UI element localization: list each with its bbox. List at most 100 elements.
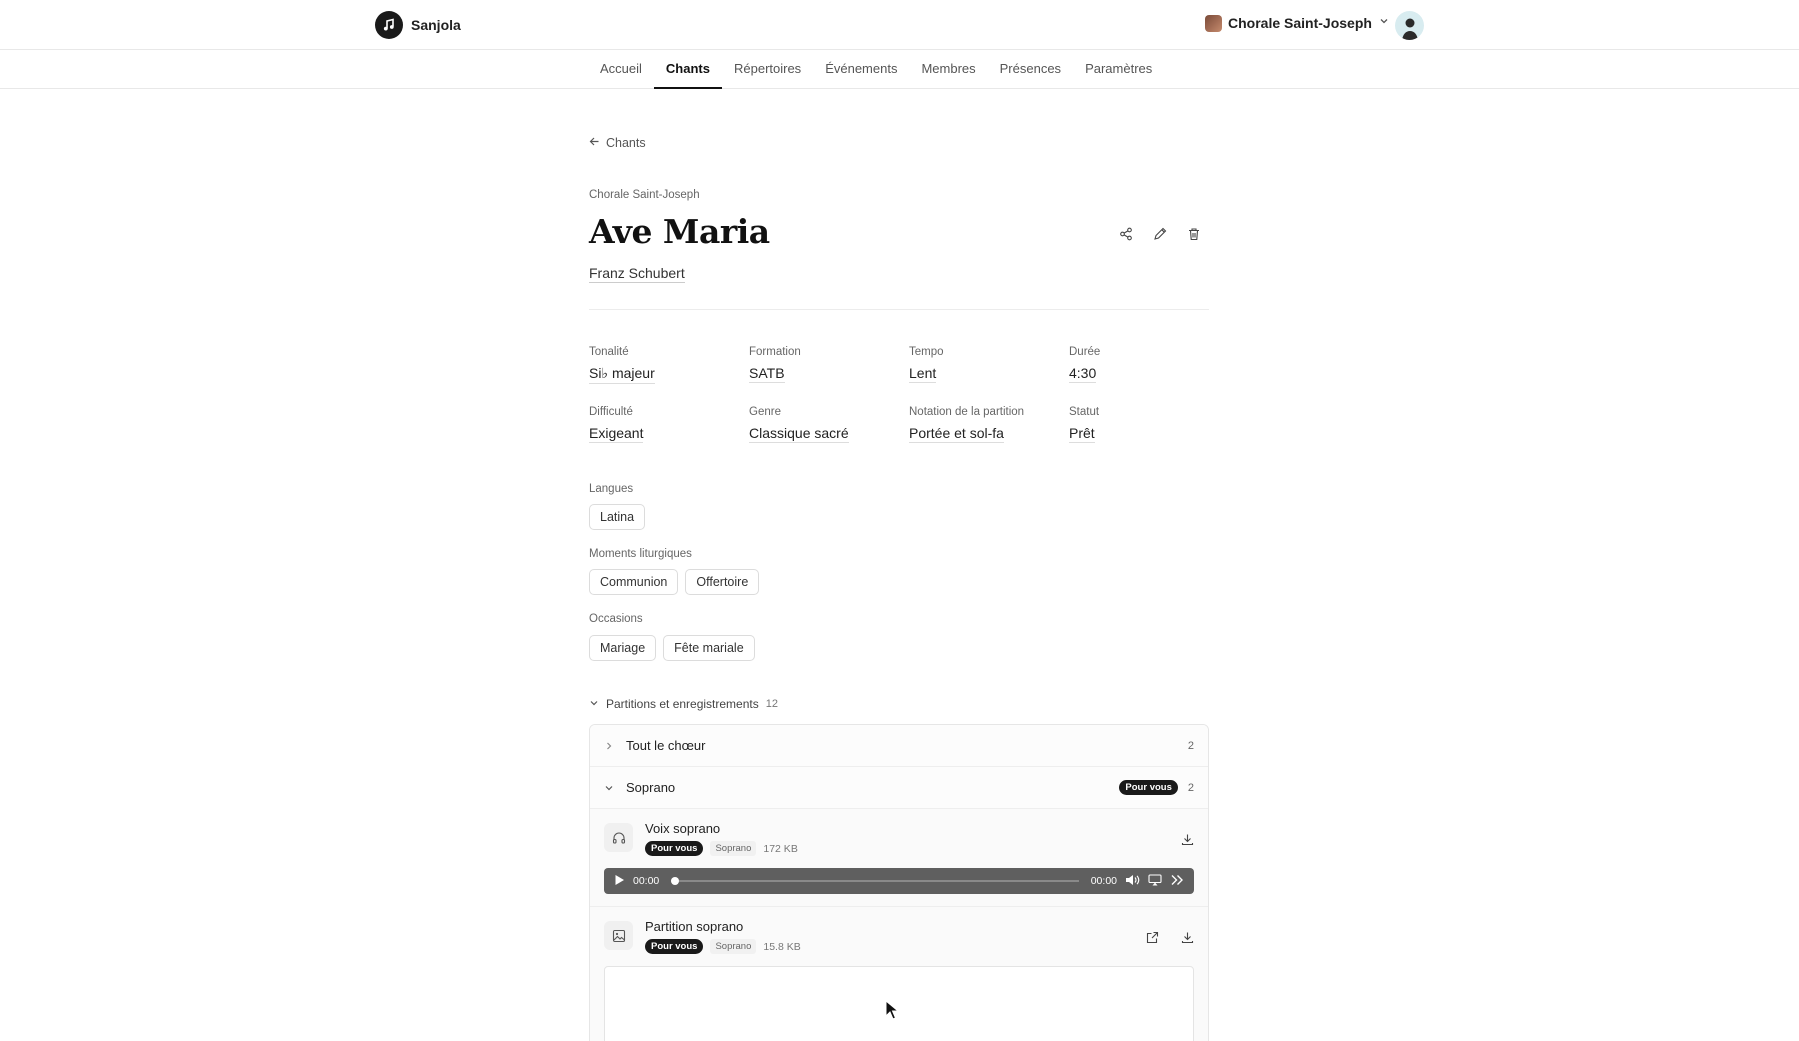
meta-value[interactable]: Exigeant bbox=[589, 425, 644, 443]
occasions-tags: Mariage Fête mariale bbox=[589, 635, 755, 661]
meta-value[interactable]: Classique sacré bbox=[749, 425, 849, 443]
meta-key: Tonalité bbox=[589, 346, 629, 358]
song-metadata: Tonalité Si♭ majeur Formation SATB Tempo Le… bbox=[589, 346, 1209, 443]
group-count: 2 bbox=[1187, 739, 1194, 752]
divider bbox=[589, 309, 1209, 310]
tag[interactable]: Latina bbox=[589, 504, 646, 530]
chevron-down-icon bbox=[604, 783, 618, 793]
meta-difficulte: Difficulté Exigeant bbox=[589, 406, 749, 443]
trash-icon[interactable] bbox=[1184, 224, 1203, 243]
audio-player[interactable]: 00:00 00:00 bbox=[604, 868, 1194, 894]
choir-thumbnail bbox=[1205, 14, 1222, 32]
image-icon bbox=[604, 921, 633, 950]
group-name: Soprano bbox=[626, 780, 676, 795]
for-you-badge: Pour vous bbox=[645, 841, 704, 856]
back-link[interactable]: Chants bbox=[589, 136, 646, 150]
chevron-down-icon bbox=[1378, 14, 1390, 32]
meta-tonalite: Tonalité Si♭ majeur bbox=[589, 346, 749, 384]
choir-switcher[interactable]: Chorale Saint-Joseph bbox=[1205, 14, 1390, 32]
group-row-soprano[interactable]: Soprano Pour vous 2 bbox=[590, 767, 1208, 809]
file-size: 15.8 KB bbox=[763, 940, 801, 953]
song-choir: Chorale Saint-Joseph bbox=[589, 189, 700, 201]
meta-duree: Durée 4:30 bbox=[1069, 346, 1209, 384]
group-row-tout-le-choeur[interactable]: Tout le chœur 2 bbox=[590, 725, 1208, 767]
file-actions bbox=[1146, 931, 1194, 949]
brand-name: Sanjola bbox=[411, 17, 461, 33]
main-nav: Accueil Chants Répertoires Événements Me… bbox=[0, 50, 1799, 89]
arrow-left-icon bbox=[589, 136, 600, 150]
seek-knob[interactable] bbox=[671, 877, 680, 885]
part-badge: Soprano bbox=[710, 841, 757, 856]
user-avatar[interactable] bbox=[1395, 11, 1424, 40]
meta-notation: Notation de la partition Portée et sol-fa bbox=[909, 406, 1069, 443]
files-section-title: Partitions et enregistrements bbox=[606, 697, 759, 711]
part-badge: Soprano bbox=[710, 939, 757, 954]
meta-value[interactable]: Portée et sol-fa bbox=[909, 425, 1004, 443]
tag[interactable]: Fête mariale bbox=[663, 635, 755, 661]
meta-genre: Genre Classique sacré bbox=[749, 406, 909, 443]
download-icon[interactable] bbox=[1181, 931, 1194, 949]
tag[interactable]: Mariage bbox=[589, 635, 657, 661]
player-current-time: 00:00 bbox=[633, 875, 660, 887]
song-composer[interactable]: Franz Schubert bbox=[589, 265, 685, 283]
download-icon[interactable] bbox=[1181, 833, 1194, 851]
meta-key: Tempo bbox=[909, 346, 944, 358]
tab-chants[interactable]: Chants bbox=[653, 50, 722, 89]
group-name: Tout le chœur bbox=[626, 738, 706, 753]
meta-value[interactable]: Prêt bbox=[1069, 425, 1095, 443]
files-section-count: 12 bbox=[765, 698, 778, 710]
tab-repertoires[interactable]: Répertoires bbox=[722, 50, 813, 89]
tab-parametres[interactable]: Paramètres bbox=[1073, 50, 1164, 89]
files-section-header[interactable]: Partitions et enregistrements 12 bbox=[589, 697, 778, 711]
external-link-icon[interactable] bbox=[1146, 931, 1159, 949]
meta-key: Difficulté bbox=[589, 406, 633, 418]
page-title: Ave Maria bbox=[589, 212, 770, 251]
mouse-cursor-icon bbox=[885, 999, 900, 1025]
file-item-score: Partition soprano Pour vous Soprano 15.8… bbox=[590, 907, 1208, 1041]
meta-value[interactable]: 4:30 bbox=[1069, 365, 1097, 383]
play-icon[interactable] bbox=[614, 874, 625, 889]
airplay-icon[interactable] bbox=[1148, 873, 1162, 889]
chevron-down-icon bbox=[589, 697, 599, 711]
meta-value[interactable]: Lent bbox=[909, 365, 937, 383]
file-title[interactable]: Partition soprano bbox=[645, 919, 801, 934]
meta-tempo: Tempo Lent bbox=[909, 346, 1069, 384]
meta-statut: Statut Prêt bbox=[1069, 406, 1209, 443]
volume-icon[interactable] bbox=[1125, 874, 1140, 889]
player-seek-bar[interactable] bbox=[671, 877, 1079, 885]
meta-key: Notation de la partition bbox=[909, 406, 1025, 418]
tab-membres[interactable]: Membres bbox=[909, 50, 987, 89]
languages-tags: Latina bbox=[589, 504, 646, 530]
meta-value[interactable]: Si♭ majeur bbox=[589, 365, 655, 384]
liturgical-moments-tags: Communion Offertoire bbox=[589, 569, 760, 595]
tab-presences[interactable]: Présences bbox=[988, 50, 1073, 89]
choir-switcher-name: Chorale Saint-Joseph bbox=[1228, 15, 1372, 31]
meta-key: Statut bbox=[1069, 406, 1100, 418]
headphones-icon bbox=[604, 823, 633, 852]
tab-accueil[interactable]: Accueil bbox=[588, 50, 654, 89]
fast-forward-icon[interactable] bbox=[1170, 874, 1184, 889]
files-list: Tout le chœur 2 Soprano Pour vous 2 Voix… bbox=[589, 724, 1209, 1041]
meta-key: Genre bbox=[749, 406, 781, 418]
tab-evenements[interactable]: Événements bbox=[813, 50, 909, 89]
top-bar: Sanjola Chorale Saint-Joseph bbox=[0, 0, 1799, 50]
tag[interactable]: Communion bbox=[589, 569, 679, 595]
file-item-audio: Voix soprano Pour vous Soprano 172 KB 00… bbox=[590, 809, 1208, 907]
file-title[interactable]: Voix soprano bbox=[645, 821, 798, 836]
meta-key: Formation bbox=[749, 346, 801, 358]
for-you-badge: Pour vous bbox=[645, 939, 704, 954]
brand[interactable]: Sanjola bbox=[375, 11, 461, 39]
tag[interactable]: Offertoire bbox=[685, 569, 760, 595]
group-count: 2 bbox=[1187, 781, 1194, 794]
song-actions bbox=[1116, 224, 1203, 243]
file-actions bbox=[1181, 833, 1194, 851]
back-link-label: Chants bbox=[606, 136, 646, 150]
file-size: 172 KB bbox=[763, 842, 798, 855]
meta-value[interactable]: SATB bbox=[749, 365, 785, 383]
for-you-badge: Pour vous bbox=[1119, 780, 1178, 795]
score-preview[interactable] bbox=[604, 966, 1194, 1041]
music-note-icon bbox=[375, 11, 403, 39]
pencil-icon[interactable] bbox=[1150, 224, 1169, 243]
languages-label: Langues bbox=[589, 483, 634, 495]
share-icon[interactable] bbox=[1116, 224, 1135, 243]
